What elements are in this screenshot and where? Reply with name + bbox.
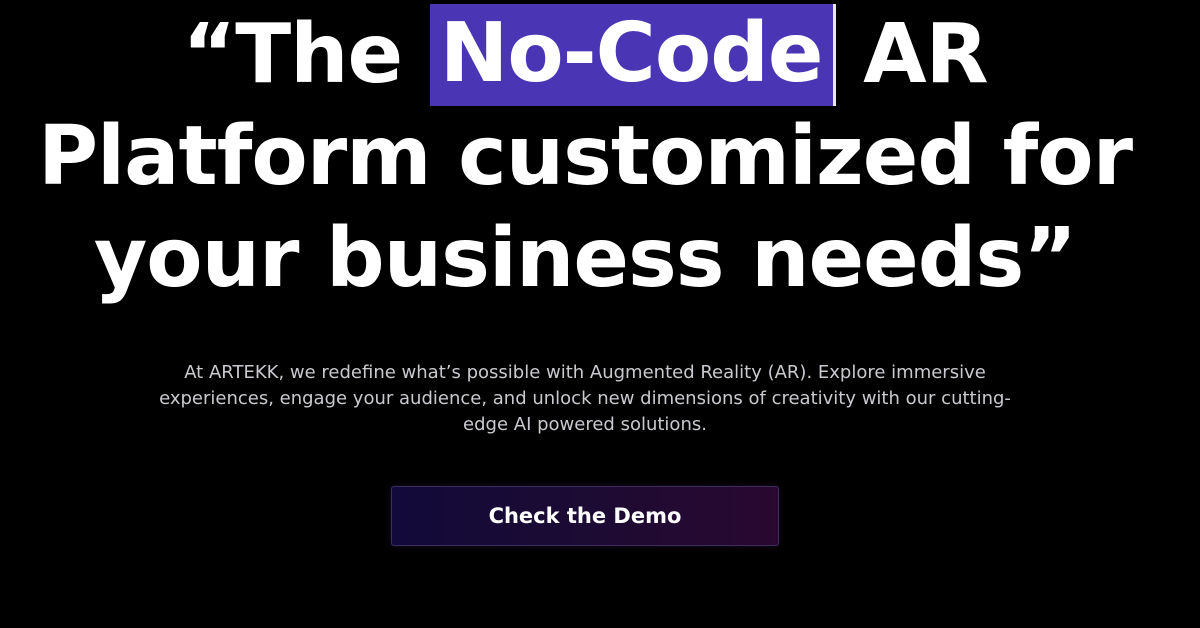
hero-description: At ARTEKK, we redefine what’s possible w… xyxy=(159,362,1011,435)
headline-highlight: No-Code xyxy=(429,4,836,106)
hero-headline: “The No-Code AR Platform customized for … xyxy=(0,4,1170,310)
headline-lead-text: “The xyxy=(182,7,430,102)
check-demo-button[interactable]: Check the Demo xyxy=(391,486,779,546)
hero-section: “The No-Code AR Platform customized for … xyxy=(0,0,1200,628)
headline-line-2: Platform customized for xyxy=(37,109,1133,204)
headline-line-1: “The No-Code AR xyxy=(0,4,1170,106)
headline-line-3: your business needs” xyxy=(93,211,1077,306)
headline-after-highlight: AR xyxy=(835,7,989,102)
